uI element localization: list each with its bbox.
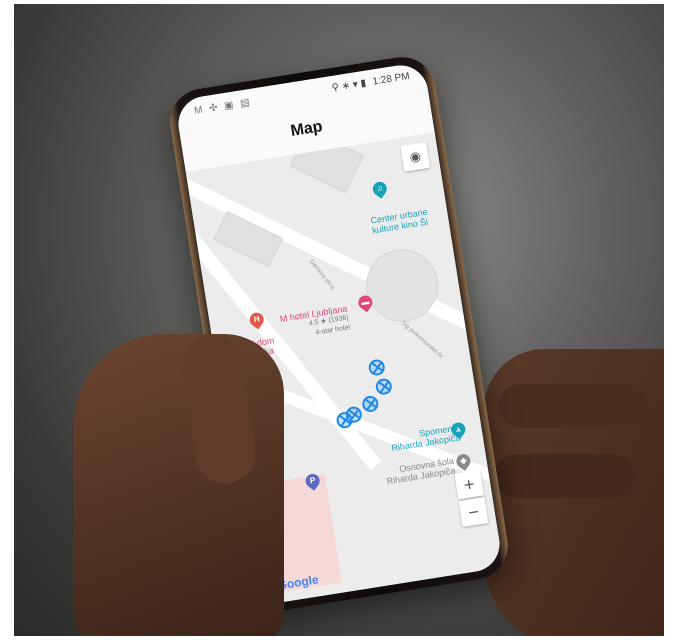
music-venue-pin[interactable]: ♫ (370, 179, 390, 199)
my-location-button[interactable]: ◉ (400, 142, 431, 172)
battery-icon: ▮ (359, 77, 367, 90)
zoom-in-button[interactable]: + (454, 469, 485, 500)
left-hand (74, 334, 284, 636)
building (361, 244, 444, 327)
my-location-icon: ◉ (408, 148, 422, 165)
location-icon: ⚲ (331, 82, 340, 95)
map-marker[interactable] (361, 394, 380, 414)
wifi-icon: ▾ (352, 79, 359, 91)
place-label-center-urbane[interactable]: Center urbane kulture kino Ši (370, 207, 430, 236)
place-label-osnovna[interactable]: Osnovna šola Riharda Jakopiča (384, 456, 456, 487)
page-title: Map (289, 118, 324, 140)
parking-icon: P (309, 475, 316, 486)
zoom-out-button[interactable]: − (458, 497, 489, 528)
place-label-m-hotel[interactable]: M hotel Ljubljana 4.5 ★ (1936) 4-star ho… (279, 303, 351, 343)
map-marker[interactable] (374, 377, 393, 396)
right-finger-2 (494, 454, 634, 498)
background-photo: M ✣ ▣ ▤ ⚲ ∗ ▾ ▮ 1:28 PM Map ◉ ♫ Center u… (14, 4, 664, 636)
map-marker[interactable] (367, 358, 386, 377)
bed-icon: ▬ (360, 296, 370, 308)
system-status: ⚲ ∗ ▾ ▮ 1:28 PM (331, 71, 410, 94)
notification-icons: M ✣ ▣ ▤ (193, 96, 253, 117)
status-time: 1:28 PM (371, 70, 411, 88)
school-icon: ◆ (459, 455, 468, 466)
bluetooth-icon: ∗ (341, 80, 352, 93)
hospital-icon: H (253, 314, 261, 325)
right-finger-1 (499, 384, 649, 428)
street-label-trg: Trg prekomorskih br (399, 320, 444, 360)
music-icon: ♫ (376, 183, 384, 194)
